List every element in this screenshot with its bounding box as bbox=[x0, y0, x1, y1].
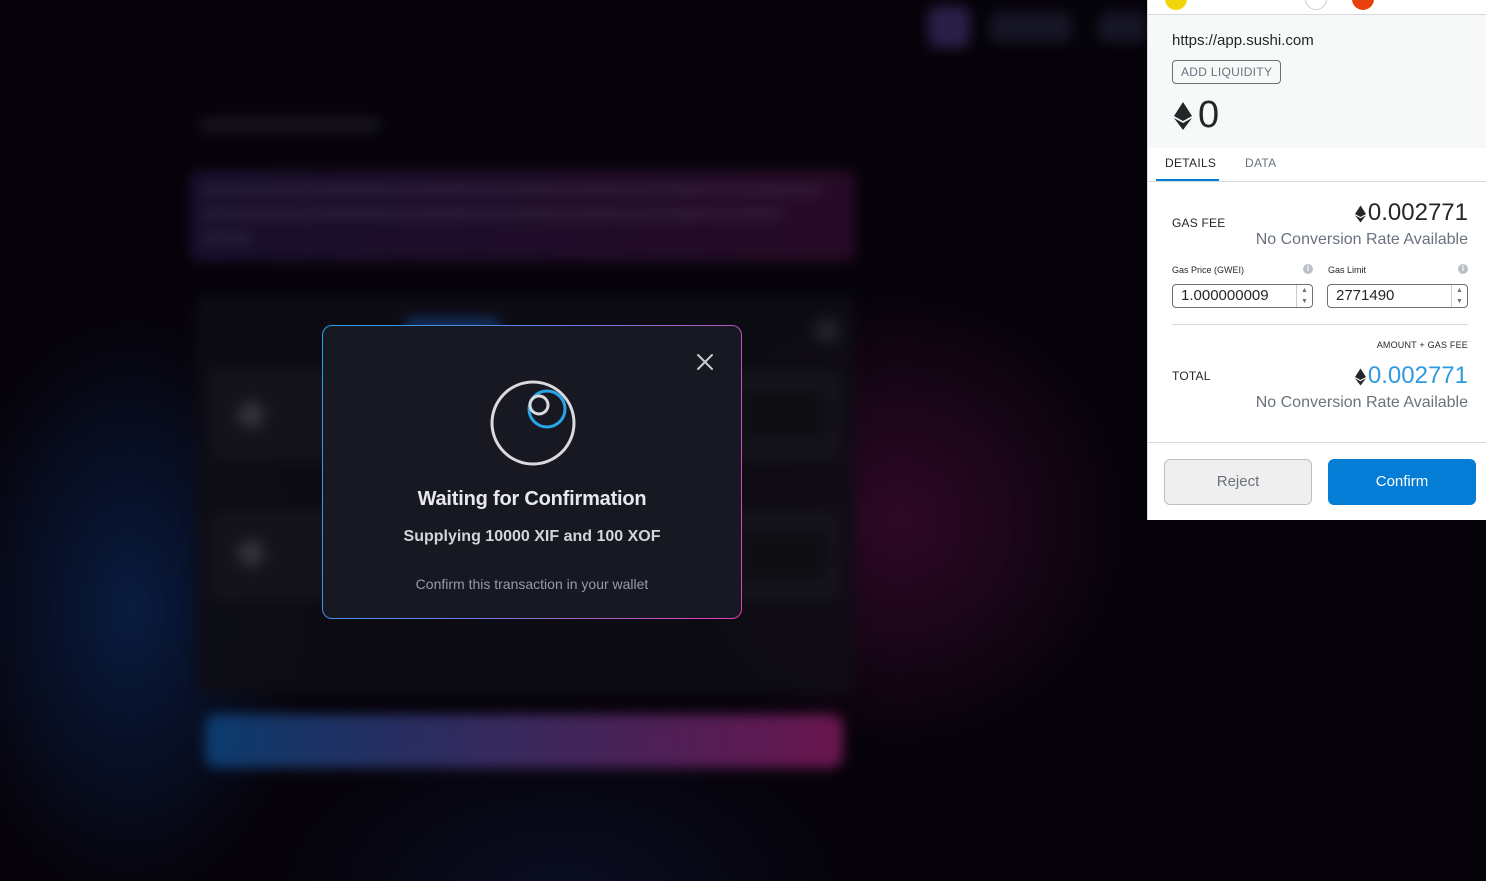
total-conversion: No Conversion Rate Available bbox=[1255, 394, 1468, 411]
gas-limit-stepper[interactable]: ▲ ▼ bbox=[1451, 285, 1467, 307]
info-icon[interactable]: i bbox=[1458, 264, 1468, 274]
total-value: 0.002771 bbox=[1354, 362, 1468, 390]
close-icon[interactable] bbox=[693, 350, 717, 374]
close-button[interactable] bbox=[693, 350, 717, 374]
gas-limit-value: 2771490 bbox=[1336, 287, 1395, 304]
modal-subtitle: Supplying 10000 XIF and 100 XOF bbox=[403, 528, 661, 545]
gas-fee-amount: 0.002771 bbox=[1367, 199, 1468, 226]
modal-hint: Confirm this transaction in your wallet bbox=[415, 576, 649, 592]
wallet-top-bar bbox=[1148, 0, 1486, 15]
active-tab-indicator bbox=[1156, 179, 1219, 181]
gas-price-label: Gas Price (GWEI) bbox=[1172, 265, 1245, 275]
gas-fee-label: GAS FEE bbox=[1172, 216, 1226, 230]
stepper-down-icon[interactable]: ▼ bbox=[1297, 296, 1312, 307]
modal-title: Waiting for Confirmation bbox=[417, 488, 647, 510]
eth-icon bbox=[1174, 102, 1192, 130]
total-amount: 0.002771 bbox=[1367, 362, 1468, 389]
info-icon[interactable]: i bbox=[1303, 264, 1313, 274]
confirm-button[interactable]: Confirm bbox=[1328, 459, 1476, 505]
wallet-popup: https://app.sushi.com ADD LIQUIDITY 0 DE… bbox=[1147, 0, 1486, 520]
wallet-footer: Reject Confirm bbox=[1148, 442, 1486, 520]
gas-limit-label: Gas Limit bbox=[1328, 265, 1367, 275]
account-avatar-icon[interactable] bbox=[1165, 0, 1187, 10]
amount-value: 0 bbox=[1198, 94, 1220, 136]
divider bbox=[1172, 324, 1468, 325]
loading-spinner-icon bbox=[490, 380, 576, 466]
wallet-tabs: DETAILS DATA bbox=[1148, 148, 1486, 182]
arrow-icon bbox=[1305, 0, 1327, 10]
gas-limit-input[interactable]: 2771490 ▲ ▼ bbox=[1327, 284, 1468, 308]
gas-fee-conversion: No Conversion Rate Available bbox=[1255, 231, 1468, 248]
total-label: TOTAL bbox=[1172, 369, 1211, 383]
eth-icon bbox=[1354, 368, 1366, 386]
site-avatar-icon bbox=[1352, 0, 1374, 10]
site-origin: https://app.sushi.com bbox=[1172, 32, 1314, 49]
method-badge: ADD LIQUIDITY bbox=[1172, 60, 1282, 84]
stepper-up-icon[interactable]: ▲ bbox=[1297, 285, 1312, 296]
gas-price-stepper[interactable]: ▲ ▼ bbox=[1296, 285, 1312, 307]
gas-price-value: 1.000000009 bbox=[1181, 287, 1269, 304]
amount-gas-fee-label: AMOUNT + GAS FEE bbox=[1376, 340, 1468, 350]
gas-fee-value: 0.002771 bbox=[1354, 199, 1468, 227]
reject-button[interactable]: Reject bbox=[1164, 459, 1312, 505]
tab-data[interactable]: DATA bbox=[1245, 156, 1276, 170]
wallet-header: https://app.sushi.com ADD LIQUIDITY 0 bbox=[1148, 0, 1486, 148]
stepper-up-icon[interactable]: ▲ bbox=[1452, 285, 1467, 296]
eth-icon bbox=[1354, 205, 1366, 223]
confirmation-modal-body: Waiting for Confirmation Supplying 10000… bbox=[323, 326, 741, 618]
gas-price-input[interactable]: 1.000000009 ▲ ▼ bbox=[1172, 284, 1313, 308]
stepper-down-icon[interactable]: ▼ bbox=[1452, 296, 1467, 307]
confirmation-modal: Waiting for Confirmation Supplying 10000… bbox=[322, 325, 742, 619]
tab-details[interactable]: DETAILS bbox=[1165, 156, 1216, 170]
